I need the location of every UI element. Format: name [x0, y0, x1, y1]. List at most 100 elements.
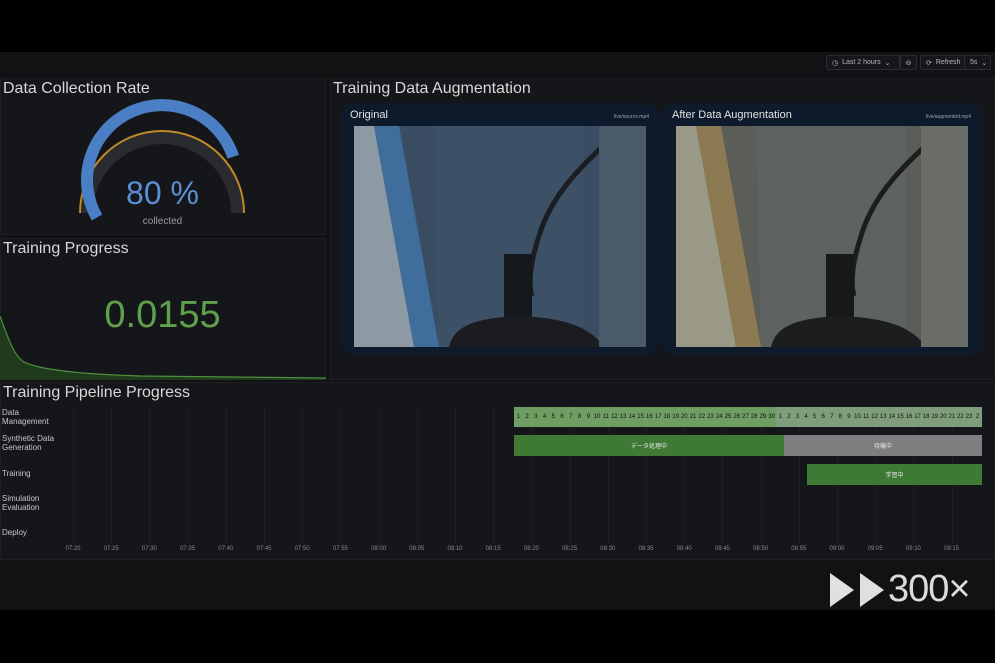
x-tick-label: 09:05	[867, 546, 883, 552]
x-tick-label: 07:45	[256, 546, 272, 552]
day-cell: 21	[689, 414, 697, 420]
panel-title: Training Data Augmentation	[333, 80, 531, 97]
x-tick-label: 08:35	[638, 546, 654, 552]
refresh-interval-picker[interactable]: 5s ⌄	[964, 55, 991, 70]
day-cell: 7	[569, 414, 573, 420]
original-source-label: live/source.mp4	[613, 114, 649, 120]
time-range-picker[interactable]: ◷ Last 2 hours ⌄	[826, 55, 900, 70]
augmented-card-title: After Data Augmentation	[672, 109, 792, 121]
day-cell: 12	[611, 414, 618, 420]
day-cell: 23	[965, 414, 973, 420]
gauge-subtitle: collected	[142, 216, 183, 227]
refresh-label: Refresh	[935, 59, 961, 66]
day-cell: 4	[542, 414, 547, 420]
day-cell: 10	[854, 414, 861, 420]
day-cell: 10	[593, 414, 601, 420]
chevron-down-icon: ⌄	[981, 59, 988, 67]
original-frame-image	[354, 126, 646, 347]
day-cell: 28	[750, 414, 758, 420]
x-tick-label: 08:15	[485, 546, 501, 552]
day-cell: 17	[914, 414, 921, 420]
day-cell: 19	[672, 414, 679, 420]
day-cell: 8	[577, 414, 582, 420]
day-cell: 1	[778, 414, 782, 420]
original-video-card: Original live/source.mp4	[343, 106, 657, 352]
original-video[interactable]	[354, 126, 646, 347]
gridline	[111, 406, 113, 543]
gridline	[455, 406, 456, 543]
day-cell: 23	[707, 414, 714, 420]
x-tick-label: 08:25	[562, 546, 578, 552]
x-tick-label: 08:10	[447, 546, 463, 552]
day-cell: 4	[804, 414, 808, 420]
gridline	[264, 406, 265, 543]
day-cell: 29	[759, 414, 767, 420]
day-cell: 12	[871, 414, 878, 420]
refresh-button[interactable]: ⟳ Refresh	[920, 55, 966, 70]
day-cell: 20	[680, 414, 688, 420]
day-cell: 6	[560, 414, 564, 420]
x-tick-label: 09:15	[944, 546, 960, 552]
gridline	[187, 406, 189, 543]
refresh-icon: ⟳	[926, 59, 932, 67]
augmented-source-label: live/augmented.mp4	[925, 114, 971, 120]
day-cell: 24	[715, 414, 723, 420]
day-cell: 9	[847, 414, 851, 420]
augmented-video[interactable]	[676, 126, 968, 347]
day-cell: 22	[957, 414, 964, 420]
gridline	[493, 406, 495, 543]
gridline	[378, 406, 380, 543]
day-cell: 15	[897, 414, 904, 420]
day-cell: 2	[975, 414, 980, 420]
augmented-frame-image	[676, 126, 968, 347]
x-tick-label: 09:10	[905, 546, 921, 552]
day-cell: 19	[931, 414, 939, 420]
refresh-interval-label: 5s	[970, 59, 978, 66]
zoom-out-icon: ⊖	[905, 59, 912, 67]
fast-forward-icon	[830, 572, 884, 607]
gridline	[73, 406, 74, 543]
panel-title: Training Pipeline Progress	[3, 384, 191, 401]
gauge-value: 80 %	[126, 175, 199, 211]
day-cell: 5	[551, 414, 555, 420]
day-cell: 16	[905, 414, 913, 420]
day-cell: 14	[888, 414, 896, 420]
day-cell: 25	[724, 414, 732, 420]
x-tick-label: 07:30	[141, 546, 157, 552]
time-range-label: Last 2 hours	[842, 59, 881, 66]
data-management-days-block-2: 1 2 3 4 5 6 7 8 9 10 11 12 13 14 15 16 17 18 19 20 21 22 23 2	[776, 407, 982, 427]
day-cell: 17	[654, 414, 662, 420]
x-tick-label: 07:55	[332, 546, 348, 552]
day-cell: 5	[812, 414, 817, 420]
day-cell: 11	[862, 414, 870, 420]
chevron-down-icon: ⌄	[884, 59, 891, 67]
row-label-synthetic-data-generation: Synthetic Data Generation	[2, 434, 55, 452]
gridline	[149, 406, 151, 543]
day-cell: 27	[742, 414, 749, 420]
day-cell: 9	[586, 414, 590, 420]
dashboard-toolbar: ◷ Last 2 hours ⌄ ⊖ ⟳ Refresh 5s ⌄	[0, 52, 995, 74]
x-tick-label: 08:00	[371, 546, 387, 552]
row-label-data-management: Data Management	[2, 408, 49, 426]
x-tick-label: 08:40	[676, 546, 692, 552]
x-tick-label: 08:30	[600, 546, 616, 552]
data-management-days-block-1: 1 2 3 4 5 6 7 8 9 10 11 12 13 14 15 16 17 18 19 20 21 22 23 24 2…	[514, 407, 776, 427]
day-cell: 20	[939, 414, 947, 420]
gridline	[340, 406, 342, 543]
gridline	[302, 406, 304, 543]
day-cell: 16	[646, 414, 653, 420]
gridline	[416, 406, 418, 543]
x-tick-label: 07:25	[103, 546, 119, 552]
x-tick-label: 09:00	[829, 546, 845, 552]
synthetic-active-bar: データ処理中	[514, 435, 784, 456]
x-tick-label: 08:50	[753, 546, 769, 552]
day-cell: 11	[602, 414, 609, 420]
day-cell: 3	[534, 414, 538, 420]
day-cell: 13	[879, 414, 887, 420]
augmented-video-card: After Data Augmentation live/augmented.m…	[665, 106, 979, 352]
day-cell: 1	[516, 414, 521, 420]
clock-icon: ◷	[832, 59, 839, 67]
playback-speed-overlay: 300×	[828, 568, 971, 611]
synthetic-waiting-bar: 待機中	[784, 435, 982, 456]
zoom-out-button[interactable]: ⊖	[900, 55, 917, 70]
